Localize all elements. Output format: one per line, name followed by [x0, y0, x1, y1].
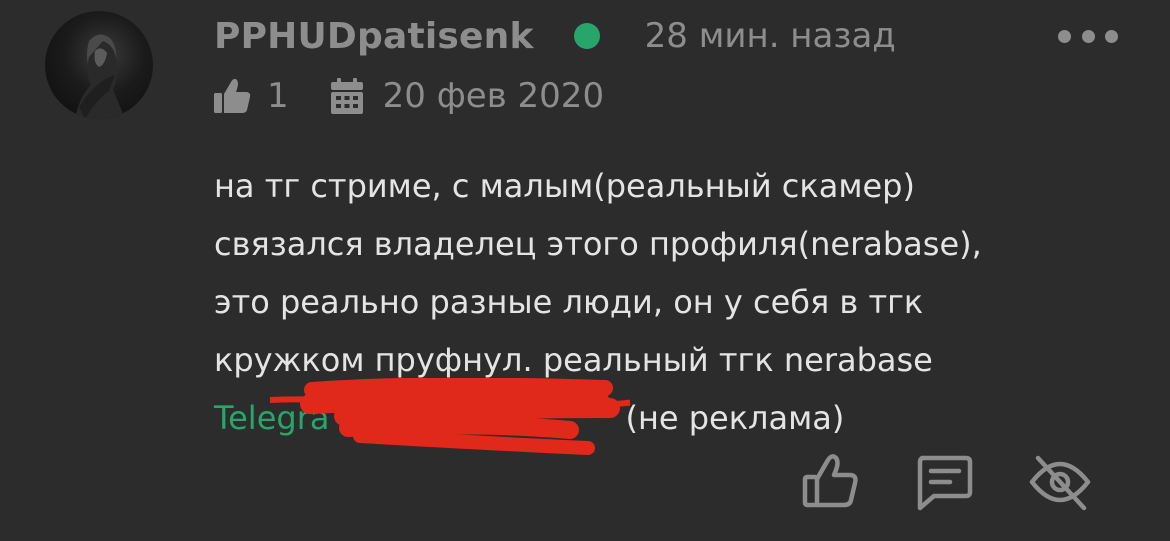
- comment-meta: 1 20 фев 2020: [213, 74, 604, 118]
- like-button[interactable]: [800, 450, 864, 514]
- thumbs-up-outline-icon: [802, 454, 858, 508]
- comment-line: кружком пруфнул. реальный тгк nerabase: [214, 341, 933, 379]
- telegram-link[interactable]: Telegra: [214, 399, 625, 437]
- calendar-icon: [330, 78, 363, 114]
- hide-button[interactable]: [1028, 450, 1092, 514]
- more-dots-icon: [1081, 29, 1095, 43]
- link-note: (не реклама): [625, 399, 845, 437]
- avatar[interactable]: [45, 11, 153, 119]
- post-date: 20 фев 2020: [382, 76, 605, 116]
- comment-line: на тг стриме, с малым(реальный скамер): [214, 167, 915, 205]
- online-status-indicator: [573, 23, 600, 49]
- likes-count: 1: [267, 76, 289, 116]
- comment-text: на тг стриме, с малым(реальный скамер) с…: [214, 157, 1114, 447]
- more-dots-icon: [1058, 29, 1071, 43]
- more-options-button[interactable]: [1058, 24, 1118, 48]
- username[interactable]: PPHUDpatisenk: [214, 16, 534, 57]
- thumbs-up-icon: [213, 76, 251, 116]
- comment-actions: [0, 450, 1170, 520]
- comment-header: PPHUDpatisenk 28 мин. назад: [214, 14, 896, 58]
- comment-link-line: Telegra (не реклама): [214, 389, 1114, 447]
- timestamp: 28 мин. назад: [644, 16, 896, 56]
- reply-button[interactable]: [912, 450, 976, 514]
- telegram-link-text: Telegra: [214, 399, 330, 437]
- comment-line: связался владелец этого профиля(nerabase…: [214, 225, 982, 263]
- comment-icon: [917, 455, 973, 511]
- more-dots-icon: [1105, 29, 1118, 43]
- comment-line: это реально разные люди, он у себя в тгк: [214, 283, 924, 321]
- eye-off-icon: [1029, 455, 1091, 511]
